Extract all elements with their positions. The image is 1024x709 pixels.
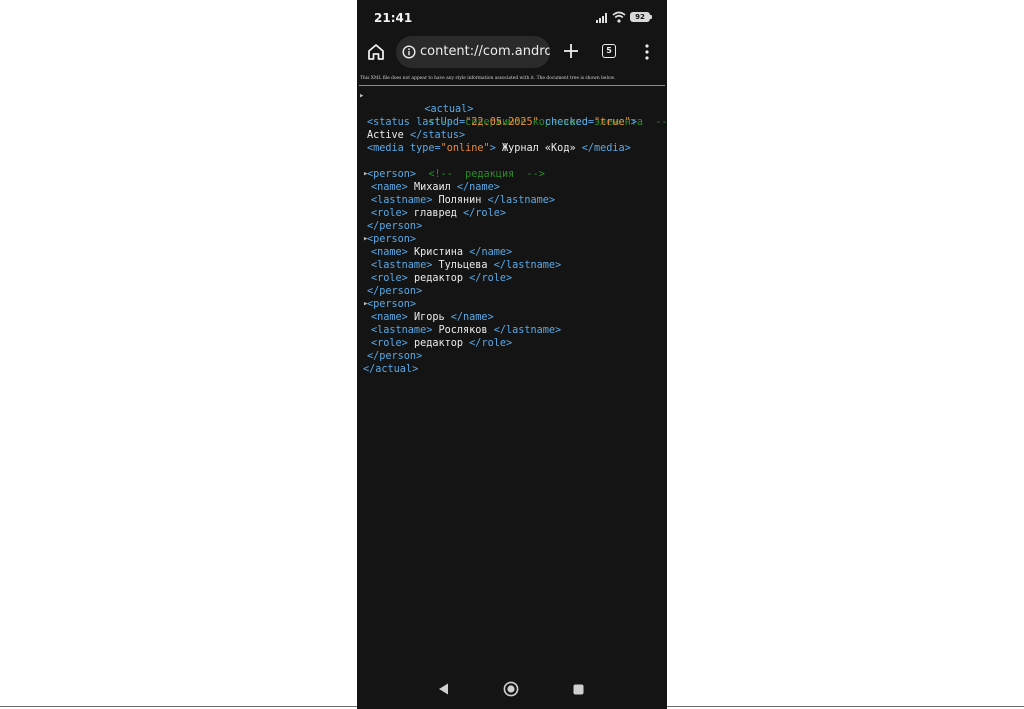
name-close-tag: </name> xyxy=(456,182,500,193)
xml-line-lastname: <lastname> Полянин </lastname> xyxy=(371,194,555,207)
battery-icon: 92 xyxy=(630,12,650,22)
person-lastname: Росляков xyxy=(438,325,488,336)
status-open-tag: <status xyxy=(367,117,410,128)
person-role: редактор xyxy=(413,273,464,284)
xml-line-person-open: <person> xyxy=(367,168,416,181)
person-close-tag: </person> xyxy=(367,351,423,362)
url-text[interactable]: content://com.android xyxy=(420,44,550,59)
more-vert-icon[interactable] xyxy=(641,43,653,61)
status-open-tag-end: > xyxy=(630,117,637,128)
media-open-tag-end: > xyxy=(489,143,496,154)
xml-line-person-close: </person> xyxy=(367,350,422,363)
status-text: Active xyxy=(367,130,404,141)
xml-line-person-close: </person> xyxy=(367,285,422,298)
xml-line-status: <status lastUpd="22.05.2025" checked="tr… xyxy=(367,116,637,129)
xml-line-media: <media type="online"> Журнал «Код» </med… xyxy=(367,142,631,155)
android-nav-bar xyxy=(357,672,667,709)
person-close-tag: </person> xyxy=(367,221,423,232)
battery-tip xyxy=(650,15,652,19)
status-time: 21:41 xyxy=(374,11,413,25)
home-icon[interactable] xyxy=(365,41,387,63)
person-open-tag: <person> xyxy=(367,234,417,245)
root-close-tag: </actual> xyxy=(363,364,419,375)
status-close-tag: </status> xyxy=(409,130,466,141)
xml-line-person-open: <person> xyxy=(367,233,416,246)
tab-count: 5 xyxy=(606,46,612,55)
xml-line-root-open: <actual> xyxy=(363,90,473,115)
xml-line-name: <name> Кристина </name> xyxy=(371,246,512,259)
name-open-tag: <name> xyxy=(371,247,408,258)
status-attr-checked-value: "true" xyxy=(593,117,631,128)
xml-line-root-comment: <!-- содержимое корневого элемента --> xyxy=(367,103,667,128)
status-attr-checked: checked= xyxy=(544,117,594,128)
person-open-tag: <person> xyxy=(367,299,417,310)
status-attr-lastupd: lastUpd= xyxy=(416,117,466,128)
person-role: редактор xyxy=(413,338,464,349)
xml-line-person-close: </person> xyxy=(367,220,422,233)
role-close-tag: </role> xyxy=(469,273,513,284)
lastname-open-tag: <lastname> xyxy=(371,195,433,206)
xml-info-banner: This XML file does not appear to have an… xyxy=(359,75,665,86)
lastname-open-tag: <lastname> xyxy=(371,260,433,271)
media-close-tag: </media> xyxy=(581,143,631,154)
role-close-tag: </role> xyxy=(463,208,506,219)
person-name: Кристина xyxy=(413,247,464,258)
home-nav-icon[interactable] xyxy=(503,681,519,697)
xml-line-name: <name> Игорь </name> xyxy=(371,311,494,324)
xml-line-root-close: </actual> xyxy=(363,363,418,376)
info-icon[interactable] xyxy=(402,45,416,59)
media-attr-type-value: "online" xyxy=(440,143,490,154)
battery-level: 92 xyxy=(635,13,645,21)
page-content: This XML file does not appear to have an… xyxy=(357,72,667,672)
role-open-tag: <role> xyxy=(371,338,408,349)
tab-switcher-icon[interactable]: 5 xyxy=(602,44,616,58)
role-open-tag: <role> xyxy=(371,273,408,284)
lastname-close-tag: </lastname> xyxy=(493,260,562,271)
role-open-tag: <role> xyxy=(371,208,408,219)
xml-line-person-open: <person> xyxy=(367,298,416,311)
status-attr-lastupd-value: "22.05.2025" xyxy=(465,117,539,128)
person-close-tag: </person> xyxy=(367,286,423,297)
media-text: Журнал «Код» xyxy=(501,143,576,154)
name-open-tag: <name> xyxy=(371,182,408,193)
xml-line-lastname: <lastname> Росляков </lastname> xyxy=(371,324,561,337)
editors-comment: <!-- редакция --> xyxy=(428,169,545,180)
xml-info-text: This XML file does not appear to have an… xyxy=(360,76,616,81)
xml-line-lastname: <lastname> Тульцева </lastname> xyxy=(371,259,561,272)
media-open-tag: <media xyxy=(367,143,404,154)
person-lastname: Тульцева xyxy=(438,260,488,271)
person-name: Михаил xyxy=(413,182,451,193)
lastname-close-tag: </lastname> xyxy=(493,325,562,336)
plus-icon[interactable] xyxy=(562,42,580,60)
name-open-tag: <name> xyxy=(371,312,408,323)
xml-line-role: <role> редактор </role> xyxy=(371,337,512,350)
address-bar[interactable]: content://com.android xyxy=(396,36,550,68)
person-open-tag: <person> xyxy=(367,169,417,180)
xml-line-name: <name> Михаил </name> xyxy=(371,181,500,194)
signal-icon xyxy=(596,13,607,23)
lastname-open-tag: <lastname> xyxy=(371,325,433,336)
xml-line-role: <role> редактор </role> xyxy=(371,272,512,285)
person-lastname: Полянин xyxy=(438,195,482,206)
screenshot-canvas: 21:41 92 content://com.android 5 This XM… xyxy=(0,0,1024,709)
role-close-tag: </role> xyxy=(469,338,513,349)
recents-icon[interactable] xyxy=(573,684,584,695)
name-close-tag: </name> xyxy=(450,312,494,323)
wifi-icon xyxy=(612,11,626,23)
status-bar: 21:41 92 xyxy=(357,0,667,34)
xml-line-status-text: Active </status> xyxy=(367,129,465,142)
lastname-close-tag: </lastname> xyxy=(487,195,556,206)
xml-line-editors-comment: <!-- редакция --> xyxy=(367,155,545,180)
person-name: Игорь xyxy=(413,312,445,323)
media-attr-type: type= xyxy=(409,143,441,154)
xml-line-role: <role> главред </role> xyxy=(371,207,506,220)
browser-toolbar: content://com.android 5 xyxy=(357,34,667,72)
back-icon[interactable] xyxy=(437,682,451,696)
name-close-tag: </name> xyxy=(469,247,513,258)
phone-screen: 21:41 92 content://com.android 5 This XM… xyxy=(357,0,667,709)
person-role: главред xyxy=(413,208,457,219)
